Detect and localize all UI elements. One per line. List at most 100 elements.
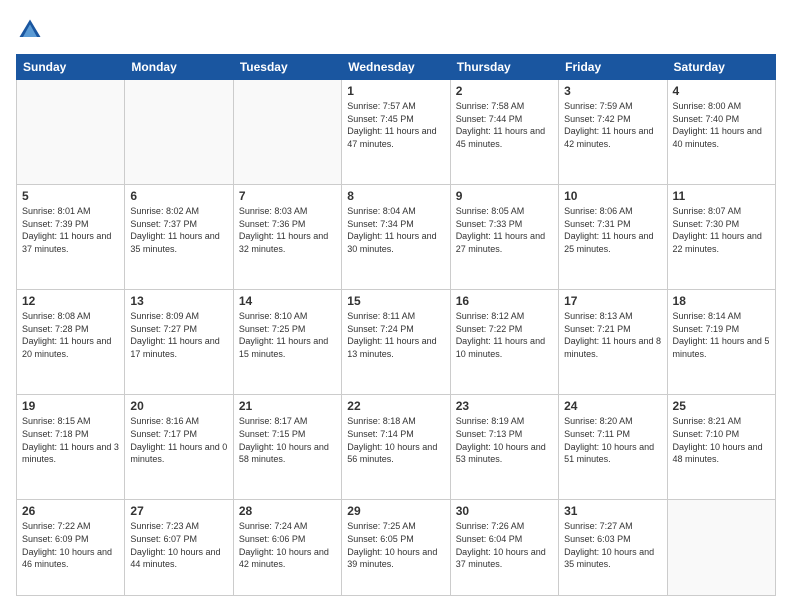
day-number: 29: [347, 504, 444, 518]
calendar-cell: [233, 80, 341, 185]
calendar-cell: 3 Sunrise: 7:59 AMSunset: 7:42 PMDaylight…: [559, 80, 667, 185]
calendar-cell: 23 Sunrise: 8:19 AMSunset: 7:13 PMDayligh…: [450, 395, 558, 500]
week-row-2: 12Sunrise: 8:08 AMSunset: 7:28 PMDayligh…: [17, 290, 776, 395]
day-number: 28: [239, 504, 336, 518]
day-number: 6: [130, 189, 227, 203]
calendar-cell: [125, 80, 233, 185]
calendar-cell: [17, 80, 125, 185]
calendar-cell: 12Sunrise: 8:08 AMSunset: 7:28 PMDayligh…: [17, 290, 125, 395]
day-number: 17: [564, 294, 661, 308]
weekday-header-tuesday: Tuesday: [233, 55, 341, 80]
day-number: 2: [456, 84, 553, 98]
day-number: 19: [22, 399, 119, 413]
calendar-cell: 17Sunrise: 8:13 AMSunset: 7:21 PMDayligh…: [559, 290, 667, 395]
day-number: 25: [673, 399, 770, 413]
weekday-header-row: SundayMondayTuesdayWednesdayThursdayFrid…: [17, 55, 776, 80]
day-number: 24: [564, 399, 661, 413]
week-row-0: 1 Sunrise: 7:57 AMSunset: 7:45 PMDaylight…: [17, 80, 776, 185]
day-info: Sunrise: 8:06 AMSunset: 7:31 PMDaylight:…: [564, 205, 661, 255]
day-number: 10: [564, 189, 661, 203]
day-number: 18: [673, 294, 770, 308]
day-info: Sunrise: 8:05 AMSunset: 7:33 PMDaylight:…: [456, 205, 553, 255]
calendar-cell: 24 Sunrise: 8:20 AMSunset: 7:11 PMDayligh…: [559, 395, 667, 500]
day-number: 5: [22, 189, 119, 203]
day-number: 30: [456, 504, 553, 518]
day-info: Sunrise: 8:07 AMSunset: 7:30 PMDaylight:…: [673, 205, 770, 255]
day-info: Sunrise: 8:18 AMSunset: 7:14 PMDaylight:…: [347, 415, 444, 465]
calendar-cell: 25 Sunrise: 8:21 AMSunset: 7:10 PMDayligh…: [667, 395, 775, 500]
calendar-cell: 21 Sunrise: 8:17 AMSunset: 7:15 PMDayligh…: [233, 395, 341, 500]
day-info: Sunrise: 8:08 AMSunset: 7:28 PMDaylight:…: [22, 310, 119, 360]
day-info: Sunrise: 8:19 AMSunset: 7:13 PMDaylight:…: [456, 415, 553, 465]
weekday-header-saturday: Saturday: [667, 55, 775, 80]
day-info: Sunrise: 8:15 AMSunset: 7:18 PMDaylight:…: [22, 415, 119, 465]
day-number: 1: [347, 84, 444, 98]
weekday-header-monday: Monday: [125, 55, 233, 80]
calendar-cell: 30 Sunrise: 7:26 AMSunset: 6:04 PMDayligh…: [450, 500, 558, 596]
day-info: Sunrise: 8:16 AMSunset: 7:17 PMDaylight:…: [130, 415, 227, 465]
calendar-cell: 22 Sunrise: 8:18 AMSunset: 7:14 PMDayligh…: [342, 395, 450, 500]
day-number: 3: [564, 84, 661, 98]
calendar-cell: [667, 500, 775, 596]
day-number: 11: [673, 189, 770, 203]
logo: [16, 16, 48, 44]
day-info: Sunrise: 7:59 AMSunset: 7:42 PMDaylight:…: [564, 100, 661, 150]
calendar-cell: 28 Sunrise: 7:24 AMSunset: 6:06 PMDayligh…: [233, 500, 341, 596]
calendar-cell: 11 Sunrise: 8:07 AMSunset: 7:30 PMDayligh…: [667, 185, 775, 290]
logo-icon: [16, 16, 44, 44]
day-info: Sunrise: 8:21 AMSunset: 7:10 PMDaylight:…: [673, 415, 770, 465]
day-info: Sunrise: 8:03 AMSunset: 7:36 PMDaylight:…: [239, 205, 336, 255]
day-info: Sunrise: 7:57 AMSunset: 7:45 PMDaylight:…: [347, 100, 444, 150]
calendar-cell: 4 Sunrise: 8:00 AMSunset: 7:40 PMDaylight…: [667, 80, 775, 185]
day-number: 16: [456, 294, 553, 308]
calendar-cell: 29Sunrise: 7:25 AMSunset: 6:05 PMDayligh…: [342, 500, 450, 596]
day-info: Sunrise: 7:24 AMSunset: 6:06 PMDaylight:…: [239, 520, 336, 570]
day-number: 26: [22, 504, 119, 518]
day-number: 15: [347, 294, 444, 308]
calendar-cell: 13Sunrise: 8:09 AMSunset: 7:27 PMDayligh…: [125, 290, 233, 395]
day-info: Sunrise: 8:11 AMSunset: 7:24 PMDaylight:…: [347, 310, 444, 360]
header: [16, 16, 776, 44]
calendar-cell: 1 Sunrise: 7:57 AMSunset: 7:45 PMDaylight…: [342, 80, 450, 185]
day-info: Sunrise: 8:20 AMSunset: 7:11 PMDaylight:…: [564, 415, 661, 465]
day-info: Sunrise: 8:04 AMSunset: 7:34 PMDaylight:…: [347, 205, 444, 255]
week-row-4: 26 Sunrise: 7:22 AMSunset: 6:09 PMDayligh…: [17, 500, 776, 596]
calendar-cell: 14 Sunrise: 8:10 AMSunset: 7:25 PMDayligh…: [233, 290, 341, 395]
day-info: Sunrise: 8:10 AMSunset: 7:25 PMDaylight:…: [239, 310, 336, 360]
day-number: 21: [239, 399, 336, 413]
day-info: Sunrise: 8:01 AMSunset: 7:39 PMDaylight:…: [22, 205, 119, 255]
day-info: Sunrise: 8:02 AMSunset: 7:37 PMDaylight:…: [130, 205, 227, 255]
day-info: Sunrise: 7:26 AMSunset: 6:04 PMDaylight:…: [456, 520, 553, 570]
day-number: 27: [130, 504, 227, 518]
calendar-cell: 6 Sunrise: 8:02 AMSunset: 7:37 PMDaylight…: [125, 185, 233, 290]
page-container: SundayMondayTuesdayWednesdayThursdayFrid…: [0, 0, 792, 612]
day-info: Sunrise: 7:23 AMSunset: 6:07 PMDaylight:…: [130, 520, 227, 570]
day-number: 9: [456, 189, 553, 203]
calendar-cell: 27 Sunrise: 7:23 AMSunset: 6:07 PMDayligh…: [125, 500, 233, 596]
weekday-header-friday: Friday: [559, 55, 667, 80]
calendar-cell: 26 Sunrise: 7:22 AMSunset: 6:09 PMDayligh…: [17, 500, 125, 596]
calendar-cell: 5 Sunrise: 8:01 AMSunset: 7:39 PMDaylight…: [17, 185, 125, 290]
day-number: 22: [347, 399, 444, 413]
day-info: Sunrise: 7:58 AMSunset: 7:44 PMDaylight:…: [456, 100, 553, 150]
day-info: Sunrise: 8:00 AMSunset: 7:40 PMDaylight:…: [673, 100, 770, 150]
day-number: 7: [239, 189, 336, 203]
weekday-header-sunday: Sunday: [17, 55, 125, 80]
calendar-cell: 7 Sunrise: 8:03 AMSunset: 7:36 PMDaylight…: [233, 185, 341, 290]
day-number: 23: [456, 399, 553, 413]
week-row-1: 5 Sunrise: 8:01 AMSunset: 7:39 PMDaylight…: [17, 185, 776, 290]
day-number: 13: [130, 294, 227, 308]
day-info: Sunrise: 7:22 AMSunset: 6:09 PMDaylight:…: [22, 520, 119, 570]
day-number: 20: [130, 399, 227, 413]
calendar-cell: 19 Sunrise: 8:15 AMSunset: 7:18 PMDayligh…: [17, 395, 125, 500]
day-info: Sunrise: 8:17 AMSunset: 7:15 PMDaylight:…: [239, 415, 336, 465]
day-number: 31: [564, 504, 661, 518]
day-info: Sunrise: 7:27 AMSunset: 6:03 PMDaylight:…: [564, 520, 661, 570]
day-number: 4: [673, 84, 770, 98]
calendar-cell: 8Sunrise: 8:04 AMSunset: 7:34 PMDaylight…: [342, 185, 450, 290]
day-info: Sunrise: 8:12 AMSunset: 7:22 PMDaylight:…: [456, 310, 553, 360]
calendar-cell: 15 Sunrise: 8:11 AMSunset: 7:24 PMDayligh…: [342, 290, 450, 395]
day-number: 14: [239, 294, 336, 308]
week-row-3: 19 Sunrise: 8:15 AMSunset: 7:18 PMDayligh…: [17, 395, 776, 500]
calendar-table: SundayMondayTuesdayWednesdayThursdayFrid…: [16, 54, 776, 596]
